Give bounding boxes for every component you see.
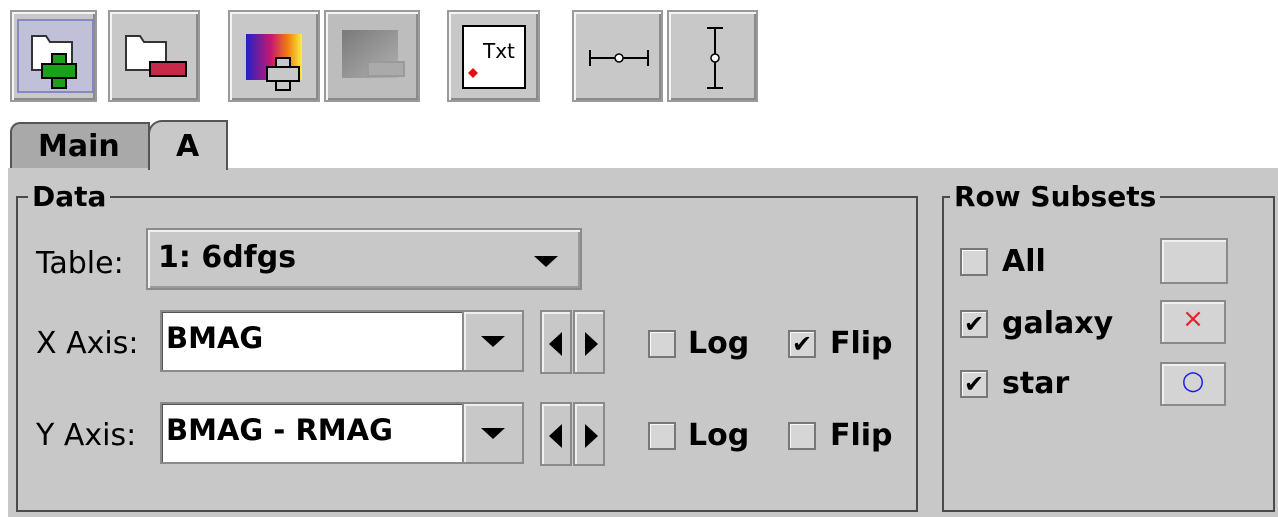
row-subsets-title: Row Subsets <box>950 180 1161 214</box>
y-flip-label: Flip <box>830 418 893 453</box>
subset-star-style-button[interactable]: ○ <box>1160 362 1226 406</box>
add-plot-button[interactable] <box>10 10 97 102</box>
tab-main[interactable]: Main <box>10 122 150 168</box>
y-log-checkbox[interactable] <box>648 422 676 450</box>
x-errorbar-button[interactable] <box>572 10 663 102</box>
remove-plot-icon <box>125 35 187 77</box>
subset-all-label: All <box>1002 244 1046 279</box>
subset-star-checkbox[interactable]: ✔ <box>960 370 988 398</box>
remove-plot-button[interactable] <box>108 10 200 102</box>
x-axis-stepper[interactable] <box>540 310 606 374</box>
arrow-right-icon <box>585 424 598 448</box>
chevron-down-icon <box>481 336 505 347</box>
remove-color-icon <box>342 30 405 78</box>
y-axis-prev-button[interactable] <box>540 402 572 466</box>
subset-all-checkbox[interactable] <box>960 248 988 276</box>
data-group-title: Data <box>28 180 111 214</box>
table-selector-value: 1: 6dfgs <box>158 240 297 275</box>
tab-content-panel: Data Table: 1: 6dfgs X Axis: BMAG Log ✔ … <box>8 168 1278 517</box>
y-log-label: Log <box>688 418 750 453</box>
y-axis-dropdown-button[interactable] <box>462 404 522 462</box>
data-group: Data Table: 1: 6dfgs X Axis: BMAG Log ✔ … <box>16 180 918 512</box>
text-label-button[interactable]: Txt <box>447 10 540 102</box>
add-color-icon <box>246 34 302 91</box>
x-axis-prev-button[interactable] <box>540 310 572 374</box>
remove-color-button[interactable] <box>324 10 420 102</box>
x-axis-dropdown-button[interactable] <box>462 312 522 370</box>
y-axis-combo[interactable]: BMAG - RMAG <box>160 402 524 464</box>
table-selector[interactable]: 1: 6dfgs <box>146 228 582 290</box>
x-flip-checkbox[interactable]: ✔ <box>788 330 816 358</box>
add-color-button[interactable] <box>228 10 320 102</box>
y-axis-next-button[interactable] <box>573 402 605 466</box>
text-label-icon-text: Txt <box>482 39 515 63</box>
subset-all-style-button[interactable] <box>1160 238 1228 284</box>
circle-marker-icon: ○ <box>1181 366 1205 396</box>
x-axis-combo[interactable]: BMAG <box>160 310 524 372</box>
arrow-left-icon <box>549 424 562 448</box>
tab-a-label: A <box>176 129 200 164</box>
arrow-right-icon <box>585 332 598 356</box>
x-log-label: Log <box>688 326 750 361</box>
y-axis-value: BMAG - RMAG <box>166 413 393 447</box>
y-errorbar-icon <box>707 27 723 89</box>
arrow-left-icon <box>549 332 562 356</box>
x-axis-value: BMAG <box>166 321 264 355</box>
y-errorbar-button[interactable] <box>667 10 758 102</box>
add-plot-icon <box>17 19 94 93</box>
chevron-down-icon <box>534 256 558 267</box>
text-label-icon: Txt <box>462 25 526 89</box>
cross-marker-icon: × <box>1182 304 1204 334</box>
row-subsets-group: Row Subsets All ✔ galaxy × ✔ star ○ <box>942 180 1275 512</box>
y-axis-label: Y Axis: <box>36 418 137 453</box>
x-log-checkbox[interactable] <box>648 330 676 358</box>
subset-galaxy-style-button[interactable]: × <box>1160 300 1226 344</box>
y-flip-checkbox[interactable] <box>788 422 816 450</box>
subset-star-label: star <box>1002 366 1070 401</box>
y-axis-stepper[interactable] <box>540 402 606 466</box>
subset-galaxy-checkbox[interactable]: ✔ <box>960 310 988 338</box>
tab-a[interactable]: A <box>148 120 228 170</box>
x-axis-label: X Axis: <box>36 326 139 361</box>
tab-main-label: Main <box>38 129 120 164</box>
chevron-down-icon <box>481 428 505 439</box>
x-axis-next-button[interactable] <box>573 310 605 374</box>
x-errorbar-icon <box>589 50 649 66</box>
subset-galaxy-label: galaxy <box>1002 306 1114 341</box>
x-flip-label: Flip <box>830 326 893 361</box>
table-label: Table: <box>36 246 124 281</box>
